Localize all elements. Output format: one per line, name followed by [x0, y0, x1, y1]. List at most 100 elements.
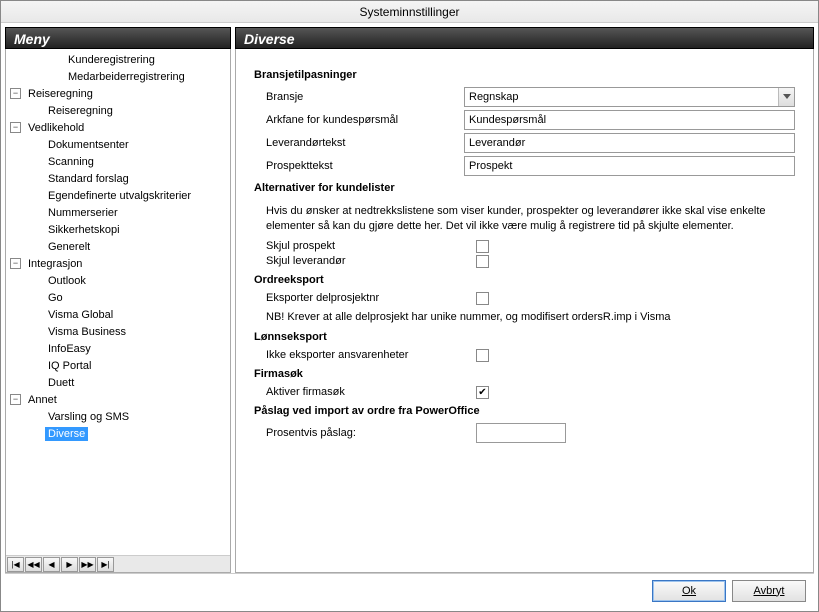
nav-button[interactable]: |◀	[7, 557, 24, 572]
tree-item-label: Generelt	[45, 240, 93, 254]
tree-item-label: Reiseregning	[25, 87, 96, 101]
tree-item[interactable]: Outlook	[6, 272, 230, 289]
tree-item[interactable]: Diverse	[6, 425, 230, 442]
tree-item[interactable]: IQ Portal	[6, 357, 230, 374]
nav-button[interactable]: ▶	[61, 557, 78, 572]
label-arkfane: Arkfane for kundespørsmål	[254, 114, 464, 126]
row-bransje: Bransje	[254, 87, 795, 107]
row-skjul-prospekt: Skjul prospekt	[254, 240, 795, 253]
row-aktiver-firmasok: Aktiver firmasøk ✔	[254, 386, 795, 399]
label-bransje: Bransje	[254, 91, 464, 103]
label-prospekttekst: Prospekttekst	[254, 160, 464, 172]
tree-item-label: Varsling og SMS	[45, 410, 132, 424]
tree-item-label: Scanning	[45, 155, 97, 169]
nav-button[interactable]: ◀◀	[25, 557, 42, 572]
tree-item-label: IQ Portal	[45, 359, 94, 373]
tree-toggle-icon[interactable]: −	[10, 394, 21, 405]
tree-item[interactable]: Standard forslag	[6, 170, 230, 187]
panes: Meny Kunderegistrering Medarbeiderregistr…	[5, 27, 814, 573]
window-body: Meny Kunderegistrering Medarbeiderregistr…	[1, 23, 818, 611]
note-ordre: NB! Krever at alle delprosjekt har unike…	[254, 307, 795, 325]
tree-item-label: Outlook	[45, 274, 89, 288]
tree-item-label: Visma Business	[45, 325, 129, 339]
select-bransje[interactable]	[464, 87, 795, 107]
help-alt: Hvis du ønsker at nedtrekkslistene som v…	[254, 200, 795, 238]
tree-item[interactable]: −Annet	[6, 391, 230, 408]
tree-item-label: Go	[45, 291, 66, 305]
row-prosentvis: Prosentvis påslag:	[254, 423, 795, 443]
tree-item-label: Sikkerhetskopi	[45, 223, 123, 237]
footer: Ok Avbryt	[5, 573, 814, 607]
tree-toggle-icon[interactable]: −	[10, 258, 21, 269]
tree-item[interactable]: −Integrasjon	[6, 255, 230, 272]
nav-button[interactable]: ▶▶	[79, 557, 96, 572]
tree-item[interactable]: Visma Global	[6, 306, 230, 323]
nav-button[interactable]: ◀	[43, 557, 60, 572]
tree-item-label: Kunderegistrering	[65, 53, 158, 67]
tree-item[interactable]: Egendefinerte utvalgskriterier	[6, 187, 230, 204]
section-bransje: Bransjetilpasninger	[254, 69, 795, 81]
content-panel: Bransjetilpasninger Bransje Arkfane for …	[235, 49, 814, 573]
tree-toggle-icon[interactable]: −	[10, 122, 21, 133]
ok-button-label: Ok	[682, 585, 696, 597]
tree: Kunderegistrering Medarbeiderregistrering…	[6, 49, 230, 444]
tree-item-label: Vedlikehold	[25, 121, 87, 135]
tree-item[interactable]: Medarbeiderregistrering	[6, 68, 230, 85]
right-column: Diverse Bransjetilpasninger Bransje	[235, 27, 814, 573]
checkbox-aktiver-firmasok[interactable]: ✔	[476, 386, 489, 399]
content: Bransjetilpasninger Bransje Arkfane for …	[236, 49, 813, 572]
tree-item[interactable]: Generelt	[6, 238, 230, 255]
tree-item[interactable]: Dokumentsenter	[6, 136, 230, 153]
row-ikke-eksporter: Ikke eksporter ansvarenheter	[254, 349, 795, 362]
tree-item-label: Medarbeiderregistrering	[65, 70, 188, 84]
tree-item-label: Standard forslag	[45, 172, 132, 186]
select-bransje-wrap	[464, 87, 795, 107]
tree-item-label: Integrasjon	[25, 257, 85, 271]
input-arkfane[interactable]	[464, 110, 795, 130]
tree-item[interactable]: −Vedlikehold	[6, 119, 230, 136]
record-navigator: |◀◀◀◀▶▶▶▶|	[6, 555, 230, 572]
checkbox-ikke-eksporter[interactable]	[476, 349, 489, 362]
tree-item[interactable]: Visma Business	[6, 323, 230, 340]
tree-item[interactable]: Go	[6, 289, 230, 306]
tree-item[interactable]: Sikkerhetskopi	[6, 221, 230, 238]
label-ikke-eksporter: Ikke eksporter ansvarenheter	[254, 349, 476, 361]
right-header: Diverse	[235, 27, 814, 49]
label-levtekst: Leverandørtekst	[254, 137, 464, 149]
checkbox-skjul-prospekt[interactable]	[476, 240, 489, 253]
row-levtekst: Leverandørtekst	[254, 133, 795, 153]
tree-item-label: Egendefinerte utvalgskriterier	[45, 189, 194, 203]
tree-item[interactable]: −Reiseregning	[6, 85, 230, 102]
ok-button[interactable]: Ok	[652, 580, 726, 602]
left-column: Meny Kunderegistrering Medarbeiderregistr…	[5, 27, 231, 573]
tree-item[interactable]: Nummerserier	[6, 204, 230, 221]
label-aktiver-firmasok: Aktiver firmasøk	[254, 386, 476, 398]
row-prospekttekst: Prospekttekst	[254, 156, 795, 176]
row-arkfane: Arkfane for kundespørsmål	[254, 110, 795, 130]
tree-scroll[interactable]: Kunderegistrering Medarbeiderregistrering…	[6, 49, 230, 555]
checkbox-eksporter-del[interactable]	[476, 292, 489, 305]
tree-item[interactable]: Varsling og SMS	[6, 408, 230, 425]
tree-item[interactable]: Duett	[6, 374, 230, 391]
label-eksporter-del: Eksporter delprosjektnr	[254, 292, 476, 304]
label-skjul-prospekt: Skjul prospekt	[254, 240, 476, 252]
nav-button[interactable]: ▶|	[97, 557, 114, 572]
input-levtekst[interactable]	[464, 133, 795, 153]
tree-item[interactable]: Scanning	[6, 153, 230, 170]
input-prospekttekst[interactable]	[464, 156, 795, 176]
cancel-button[interactable]: Avbryt	[732, 580, 806, 602]
cancel-button-label: Avbryt	[754, 585, 785, 597]
tree-toggle-icon[interactable]: −	[10, 88, 21, 99]
tree-item-label: Nummerserier	[45, 206, 121, 220]
left-header: Meny	[5, 27, 231, 49]
tree-item-label: Diverse	[45, 427, 88, 441]
tree-item-label: InfoEasy	[45, 342, 94, 356]
tree-item[interactable]: Kunderegistrering	[6, 51, 230, 68]
section-lonn: Lønnseksport	[254, 331, 795, 343]
section-alt: Alternativer for kundelister	[254, 182, 795, 194]
label-skjul-lev: Skjul leverandør	[254, 255, 476, 267]
tree-item[interactable]: Reiseregning	[6, 102, 230, 119]
tree-item[interactable]: InfoEasy	[6, 340, 230, 357]
input-prosentvis[interactable]	[476, 423, 566, 443]
checkbox-skjul-lev[interactable]	[476, 255, 489, 268]
